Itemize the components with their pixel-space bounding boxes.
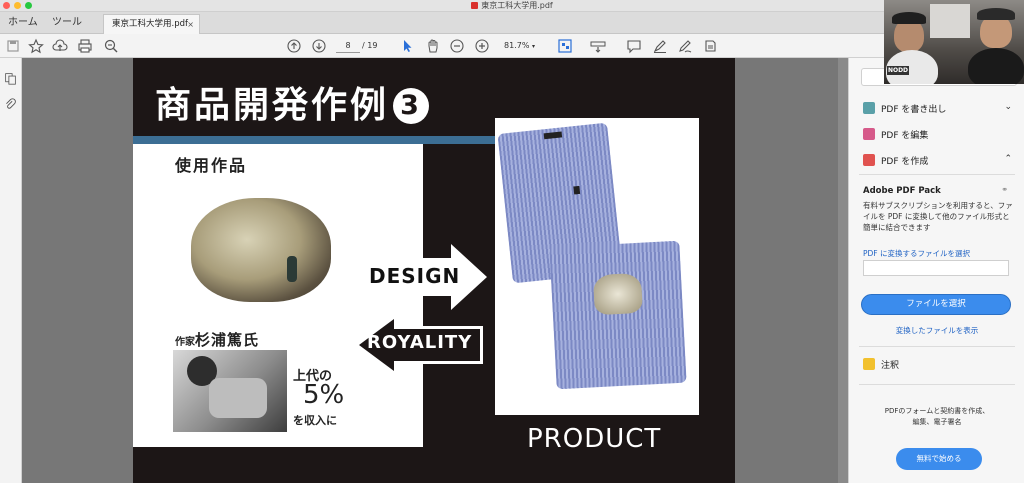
zoom-in-icon[interactable] [474, 38, 490, 54]
artwork-subtitle: 使用作品 [175, 156, 248, 175]
show-converted-files-link[interactable]: 変換したファイルを表示 [849, 325, 1024, 336]
chevron-up-icon[interactable]: ⌃ [1004, 154, 1012, 164]
royalty-text-3: を収入に [293, 414, 337, 427]
webcam-person-left-cap [892, 12, 926, 24]
read-mode-icon[interactable] [590, 38, 606, 54]
slide-title-number: 3 [393, 88, 430, 124]
star-icon[interactable] [28, 38, 44, 54]
promo-line-1: PDFのフォームと契約書を作成、 [884, 407, 990, 415]
cloud-upload-icon[interactable] [52, 38, 68, 54]
create-pdf-icon [863, 154, 875, 166]
zoom-search-icon[interactable] [103, 38, 119, 54]
shirt-tag [573, 185, 581, 195]
tab-document[interactable]: 東京工科大学用.pdf × [103, 14, 200, 34]
artist-credit: 作家杉浦篤氏 [175, 329, 259, 350]
sign-pen-icon[interactable] [677, 38, 693, 54]
export-pdf-item[interactable]: PDF を書き出し [863, 102, 946, 117]
webcam-logo: NODD [887, 66, 909, 75]
shirt-print [592, 272, 643, 316]
zoom-out-icon[interactable] [449, 38, 465, 54]
highlight-pen-icon[interactable] [652, 38, 668, 54]
comment-tool-icon [863, 358, 875, 370]
webcam-overlay: NODD [884, 0, 1024, 84]
page-total: / 19 [362, 41, 378, 50]
artwork-figure [287, 256, 297, 282]
shirt-label [543, 131, 563, 140]
title-bar: 東京工科大学用.pdf [0, 0, 1024, 12]
window-title-text: 東京工科大学用.pdf [481, 1, 553, 10]
artist-name: 杉浦篤氏 [195, 331, 260, 349]
title-underline-bar [133, 136, 495, 144]
comment-icon[interactable] [626, 38, 642, 54]
pdf-pack-description: 有料サブスクリプションを利用すると、ファイルを PDF に変換して他のファイル形… [863, 201, 1013, 232]
chevron-down-icon: ▾ [531, 43, 535, 50]
comment-label: 注釈 [881, 361, 900, 371]
divider [859, 174, 1015, 175]
link-icon[interactable]: ⚭ [1001, 185, 1008, 194]
promo-text: PDFのフォームと契約書を作成、 編集、電子署名 [849, 406, 1024, 428]
vertical-scrollbar[interactable] [838, 58, 848, 483]
product-label: PRODUCT [527, 424, 662, 454]
create-pdf-item[interactable]: PDF を作成 [863, 154, 928, 169]
export-pdf-icon [863, 102, 875, 114]
page-thumbnails-icon[interactable] [4, 72, 17, 85]
select-file-link[interactable]: PDF に変換するファイルを選択 [863, 248, 970, 259]
page-number-input[interactable]: 8 [336, 39, 360, 53]
tab-tools[interactable]: ツール [52, 12, 82, 34]
tab-home[interactable]: ホーム [8, 12, 38, 34]
zoom-level-select[interactable]: 81.7% ▾ [504, 39, 544, 53]
attachment-icon[interactable] [4, 98, 17, 111]
left-navigation-panel: ◂ [0, 58, 30, 483]
edit-pdf-item[interactable]: PDF を編集 [863, 128, 928, 143]
right-tools-panel: PDF を書き出し ⌄ PDF を編集 PDF を作成 ⌃ Adobe PDF … [848, 58, 1024, 483]
slide-title-text: 商品開発作例 [155, 85, 390, 126]
select-cursor-icon[interactable] [399, 38, 415, 54]
promo-line-2: 編集、電子署名 [912, 418, 962, 426]
pdf-file-icon [471, 2, 479, 9]
tab-bar: ホーム ツール 東京工科大学用.pdf × [0, 12, 1024, 34]
chevron-down-icon[interactable]: ⌄ [1004, 102, 1012, 112]
webcam-person-right-body [968, 48, 1024, 84]
close-tab-icon[interactable]: × [187, 15, 194, 34]
artist-photo [173, 350, 287, 432]
start-free-button[interactable]: 無料で始める [896, 448, 982, 470]
artist-prefix: 作家 [175, 337, 195, 348]
save-icon[interactable] [5, 38, 21, 54]
previous-page-icon[interactable] [286, 38, 302, 54]
export-pdf-label: PDF を書き出し [881, 105, 947, 115]
hand-tool-icon[interactable] [425, 38, 441, 54]
design-label: DESIGN [369, 264, 461, 288]
pdf-page-slide: 商品開発作例 3 使用作品 作家杉浦篤氏 上代の 5% を収入に DESIGN R… [133, 58, 735, 483]
next-page-icon[interactable] [311, 38, 327, 54]
artwork-image [191, 198, 331, 302]
webcam-background-shirt [930, 4, 970, 38]
stamp-share-icon[interactable] [702, 38, 718, 54]
slide-title: 商品開発作例 3 [155, 84, 430, 128]
pdf-pack-title: Adobe PDF Pack [863, 186, 941, 196]
select-file-button[interactable]: ファイルを選択 [861, 294, 1011, 315]
toolbar: 8 / 19 81.7% ▾ [0, 34, 1024, 58]
artist-photo-body [209, 378, 267, 418]
window-title: 東京工科大学用.pdf [0, 0, 1024, 12]
shirt-back-image [549, 240, 687, 390]
acrobat-window: 東京工科大学用.pdf ホーム ツール 東京工科大学用.pdf × 8 / 19… [0, 0, 1024, 483]
edit-pdf-label: PDF を編集 [881, 131, 929, 141]
zoom-level-value: 81.7% [504, 41, 530, 50]
create-pdf-label: PDF を作成 [881, 157, 929, 167]
royalty-percent: 5% [303, 380, 345, 410]
page-display-icon[interactable] [557, 38, 573, 54]
comment-item[interactable]: 注釈 [863, 358, 899, 373]
edit-pdf-icon [863, 128, 875, 140]
tab-document-label: 東京工科大学用.pdf [112, 19, 188, 29]
print-icon[interactable] [77, 38, 93, 54]
webcam-person-right-cap [977, 8, 1015, 20]
divider [859, 346, 1015, 347]
royality-label: ROYALITY [367, 332, 473, 353]
divider [859, 384, 1015, 385]
file-drop-field[interactable] [863, 260, 1009, 276]
